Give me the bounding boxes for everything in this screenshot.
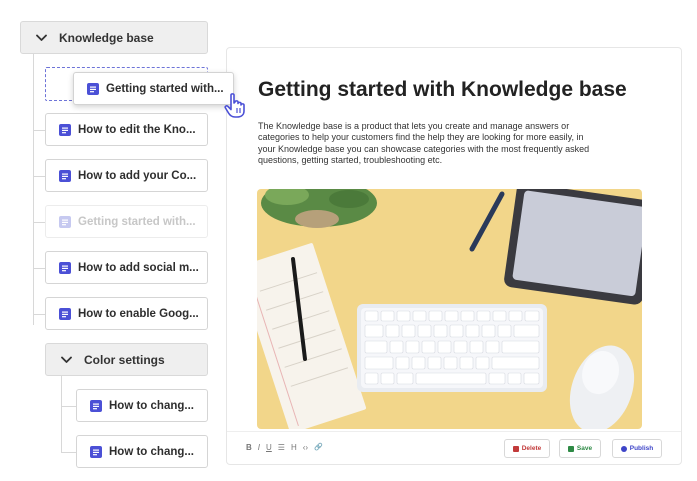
underline-button[interactable]: U [266, 443, 272, 452]
article-body-line: your Knowledge base you can showcase cat… [258, 143, 590, 154]
publish-button[interactable]: Publish [612, 439, 662, 458]
tree-item-label: Getting started with... [106, 82, 224, 95]
tree-connector [33, 222, 45, 223]
tree-item-label: How to chang... [109, 445, 194, 458]
heading-button[interactable]: H [291, 443, 297, 452]
document-icon [59, 215, 71, 228]
code-button[interactable]: ‹› [303, 443, 308, 452]
tree-connector [33, 130, 45, 131]
hand-pointer-icon [224, 93, 245, 118]
document-icon [90, 445, 102, 458]
article-body-line: questions, getting started, troubleshoot… [258, 154, 443, 165]
folder-label: Knowledge base [59, 30, 154, 45]
article-body-line: categories to help your customers find t… [258, 132, 584, 143]
article-body[interactable]: The Knowledge base is a product that let… [258, 121, 638, 166]
tree-item-label: Getting started with... [78, 215, 196, 228]
tree-connector [33, 53, 34, 325]
tree-connector [33, 176, 45, 177]
tree-item-label: How to enable Goog... [78, 307, 199, 320]
chevron-down-icon[interactable] [58, 352, 74, 368]
save-button[interactable]: Save [559, 439, 601, 458]
folder-knowledge-base[interactable]: Knowledge base [20, 21, 208, 54]
folder-color-settings[interactable]: Color settings [45, 343, 208, 376]
tree-connector [61, 376, 62, 452]
article-image[interactable] [257, 189, 642, 429]
tree-item-edit[interactable]: How to edit the Kno... [45, 113, 208, 146]
document-icon [59, 261, 71, 274]
italic-button[interactable]: I [258, 443, 260, 452]
delete-button[interactable]: Delete [504, 439, 550, 458]
list-button[interactable]: ☰ [278, 443, 285, 452]
tree-connector [61, 452, 76, 453]
dragging-tree-item[interactable]: Getting started with... [73, 72, 234, 105]
article-editor: Getting started with Knowledge base The … [226, 47, 682, 465]
folder-label: Color settings [84, 352, 165, 367]
link-button[interactable]: 🔗 [314, 443, 323, 452]
document-icon [90, 399, 102, 412]
save-button-label: Save [576, 445, 593, 452]
document-icon [59, 123, 71, 136]
chevron-down-icon[interactable] [33, 30, 49, 46]
tree-item-color-2[interactable]: How to chang... [76, 435, 208, 468]
save-icon [567, 445, 574, 452]
format-buttons: B I U ☰ H ‹› 🔗 [246, 443, 323, 452]
delete-button-label: Delete [521, 445, 542, 452]
tree-item-add-content[interactable]: How to add your Co... [45, 159, 208, 192]
tree-item-color-1[interactable]: How to chang... [76, 389, 208, 422]
tree-item-label: How to add your Co... [78, 169, 197, 182]
tree-connector [61, 406, 76, 407]
document-icon [59, 169, 71, 182]
tree-item-getting-started-ghost: Getting started with... [45, 205, 208, 238]
editor-toolbar: B I U ☰ H ‹› 🔗 Delete Save Publish [227, 431, 681, 465]
tree-connector [33, 268, 45, 269]
publish-button-label: Publish [629, 445, 654, 452]
article-title[interactable]: Getting started with Knowledge base [258, 78, 627, 102]
tree-connector [33, 314, 45, 315]
tree-item-label: How to add social m... [78, 261, 199, 274]
tree-item-label: How to edit the Kno... [78, 123, 196, 136]
bold-button[interactable]: B [246, 443, 252, 452]
tree-item-social[interactable]: How to add social m... [45, 251, 208, 284]
document-icon [59, 307, 71, 320]
trash-icon [512, 445, 519, 452]
globe-icon [620, 445, 627, 452]
tree-item-label: How to chang... [109, 399, 194, 412]
document-icon [87, 82, 99, 95]
tree-item-google[interactable]: How to enable Goog... [45, 297, 208, 330]
article-body-line: The Knowledge base is a product that let… [258, 121, 570, 131]
